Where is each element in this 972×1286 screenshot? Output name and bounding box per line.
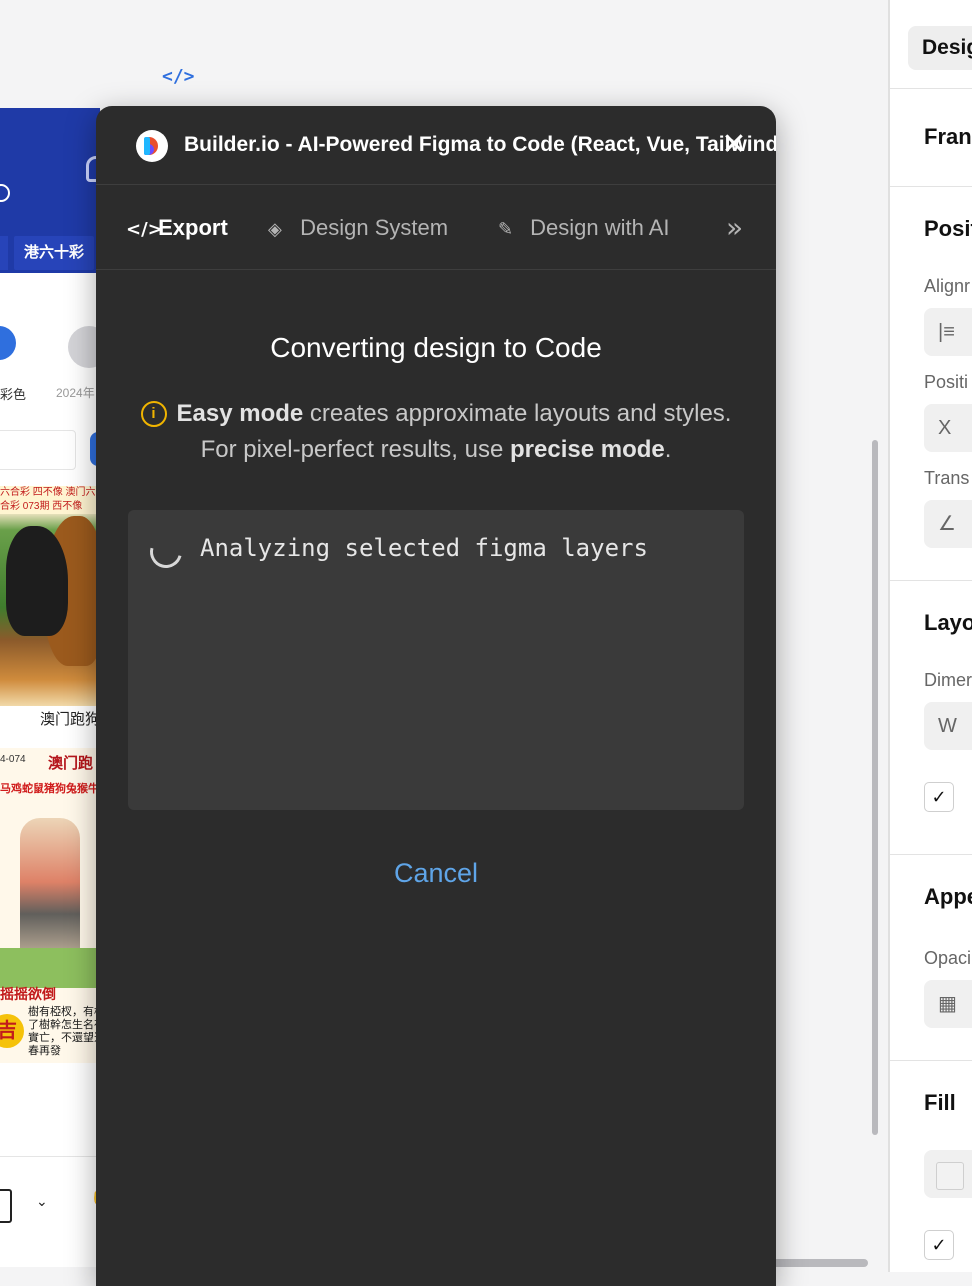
mock-tab-left <box>0 236 8 270</box>
code-icon[interactable]: </> <box>162 66 195 87</box>
magic-wand-icon: ✎ <box>498 219 514 240</box>
frame-tool-icon[interactable] <box>0 1189 12 1223</box>
clip-content-checkbox[interactable]: ✓ <box>924 782 954 812</box>
properties-panel: Desig Fran Posit Alignr |≡ Positi X Tran… <box>888 0 972 1272</box>
fill-visible-checkbox[interactable]: ✓ <box>924 1230 954 1260</box>
progress-panel: Analyzing selected figma layers <box>128 510 744 810</box>
image-text: 澳门跑 <box>48 755 94 772</box>
canvas-toolbar: ⌄ ✋ <box>0 1156 110 1267</box>
precise-mode-label: precise mode <box>510 436 665 463</box>
image-text: 4-074 <box>0 754 26 765</box>
plugin-tabs: </> Export ◈ Design System ✎ Design with… <box>96 185 776 270</box>
dimensions-label: Dimer <box>924 670 972 690</box>
modal-title-bar[interactable]: Builder.io - AI-Powered Figma to Code (R… <box>96 106 776 185</box>
divider <box>890 580 972 581</box>
phone-mockup-frame[interactable]: 港六十彩 彩色 2024年 六合彩 四不像 澳门六合彩 073期 西不像 澳门跑… <box>0 108 100 1158</box>
fill-section-title: Fill <box>924 1090 956 1115</box>
position-label: Positi <box>924 372 969 392</box>
tab-label: Design with AI <box>530 215 670 240</box>
alignment-label: Alignr <box>924 276 971 296</box>
transform-label: Trans <box>924 468 970 488</box>
x-position-field[interactable]: X <box>924 404 972 452</box>
tab-design-with-ai[interactable]: ✎ Design with AI <box>498 213 670 243</box>
easy-mode-label: Easy mode <box>176 400 304 427</box>
mock-tab: 港六十彩 <box>14 236 95 270</box>
builder-logo-icon <box>136 130 168 162</box>
mock-dot-icon <box>0 184 10 202</box>
align-left-icon[interactable]: |≡ <box>924 308 972 356</box>
loading-spinner-icon <box>144 530 188 574</box>
fill-color-swatch[interactable] <box>936 1162 964 1190</box>
tab-design[interactable]: Desig <box>908 26 972 70</box>
note-text-end: . <box>664 436 672 463</box>
image-text: 摇摇欲倒 <box>0 986 56 1002</box>
progress-status-text: Analyzing selected figma layers <box>200 534 648 562</box>
frame-label: Fran <box>924 124 972 149</box>
rotation-icon[interactable]: ∠ <box>924 500 972 548</box>
rooster-image: 六合彩 四不像 澳门六合彩 073期 西不像 <box>0 486 100 706</box>
divider <box>890 1060 972 1061</box>
tab-design-system[interactable]: ◈ Design System <box>268 213 448 243</box>
cancel-button[interactable]: Cancel <box>96 858 776 889</box>
opacity-label: Opaci <box>924 948 972 968</box>
converting-heading: Converting design to Code <box>270 332 602 363</box>
chevron-down-icon[interactable]: ⌄ <box>36 1193 48 1210</box>
mock-caption: 澳门跑狗 <box>40 711 100 728</box>
grass-shape <box>0 948 100 988</box>
tab-label: Design System <box>300 215 449 240</box>
close-button[interactable]: ✕ <box>720 130 748 160</box>
divider <box>890 88 972 89</box>
divider <box>890 186 972 187</box>
more-tabs-icon[interactable]: » <box>726 211 743 244</box>
code-icon: </> <box>126 219 163 240</box>
easy-mode-note: i Easy mode creates approximate layouts a… <box>126 396 746 468</box>
opacity-field[interactable]: ▦ <box>924 980 972 1028</box>
vertical-scrollbar[interactable] <box>872 440 878 1135</box>
mock-search-input <box>0 430 76 470</box>
mock-label: 彩色 <box>0 387 27 402</box>
tab-export[interactable]: </> Export <box>126 213 228 243</box>
modal-title: Builder.io - AI-Powered Figma to Code (R… <box>184 133 776 156</box>
horizontal-scrollbar[interactable] <box>760 1259 868 1267</box>
width-field[interactable]: W <box>924 702 972 750</box>
plugin-modal: Builder.io - AI-Powered Figma to Code (R… <box>96 106 776 1286</box>
image-text: 马鸡蛇鼠猪狗兔猴牛 <box>0 783 99 795</box>
mock-label: 2024年 <box>56 386 95 400</box>
rooster-shape <box>6 526 68 636</box>
tab-label: Export <box>158 215 228 240</box>
badge-icon: 吉 <box>0 1014 24 1048</box>
image-text: 樹有椏杈，有枯了樹幹怎生名存實亡，不還望逢春再發 <box>28 1006 100 1057</box>
components-icon: ◈ <box>268 219 282 240</box>
image-caption-strip: 六合彩 四不像 澳门六合彩 073期 西不像 <box>0 486 100 514</box>
illustration-image: 4-074 澳门跑 马鸡蛇鼠猪狗兔猴牛 摇摇欲倒 樹有椏杈，有枯了樹幹怎生名存實… <box>0 748 100 1063</box>
position-section-title: Posit <box>924 216 972 241</box>
info-icon: i <box>140 401 167 427</box>
mock-blue-icon <box>0 326 16 360</box>
appearance-section-title: Appe <box>924 884 972 909</box>
divider <box>890 854 972 855</box>
layout-section-title: Layo <box>924 610 972 635</box>
